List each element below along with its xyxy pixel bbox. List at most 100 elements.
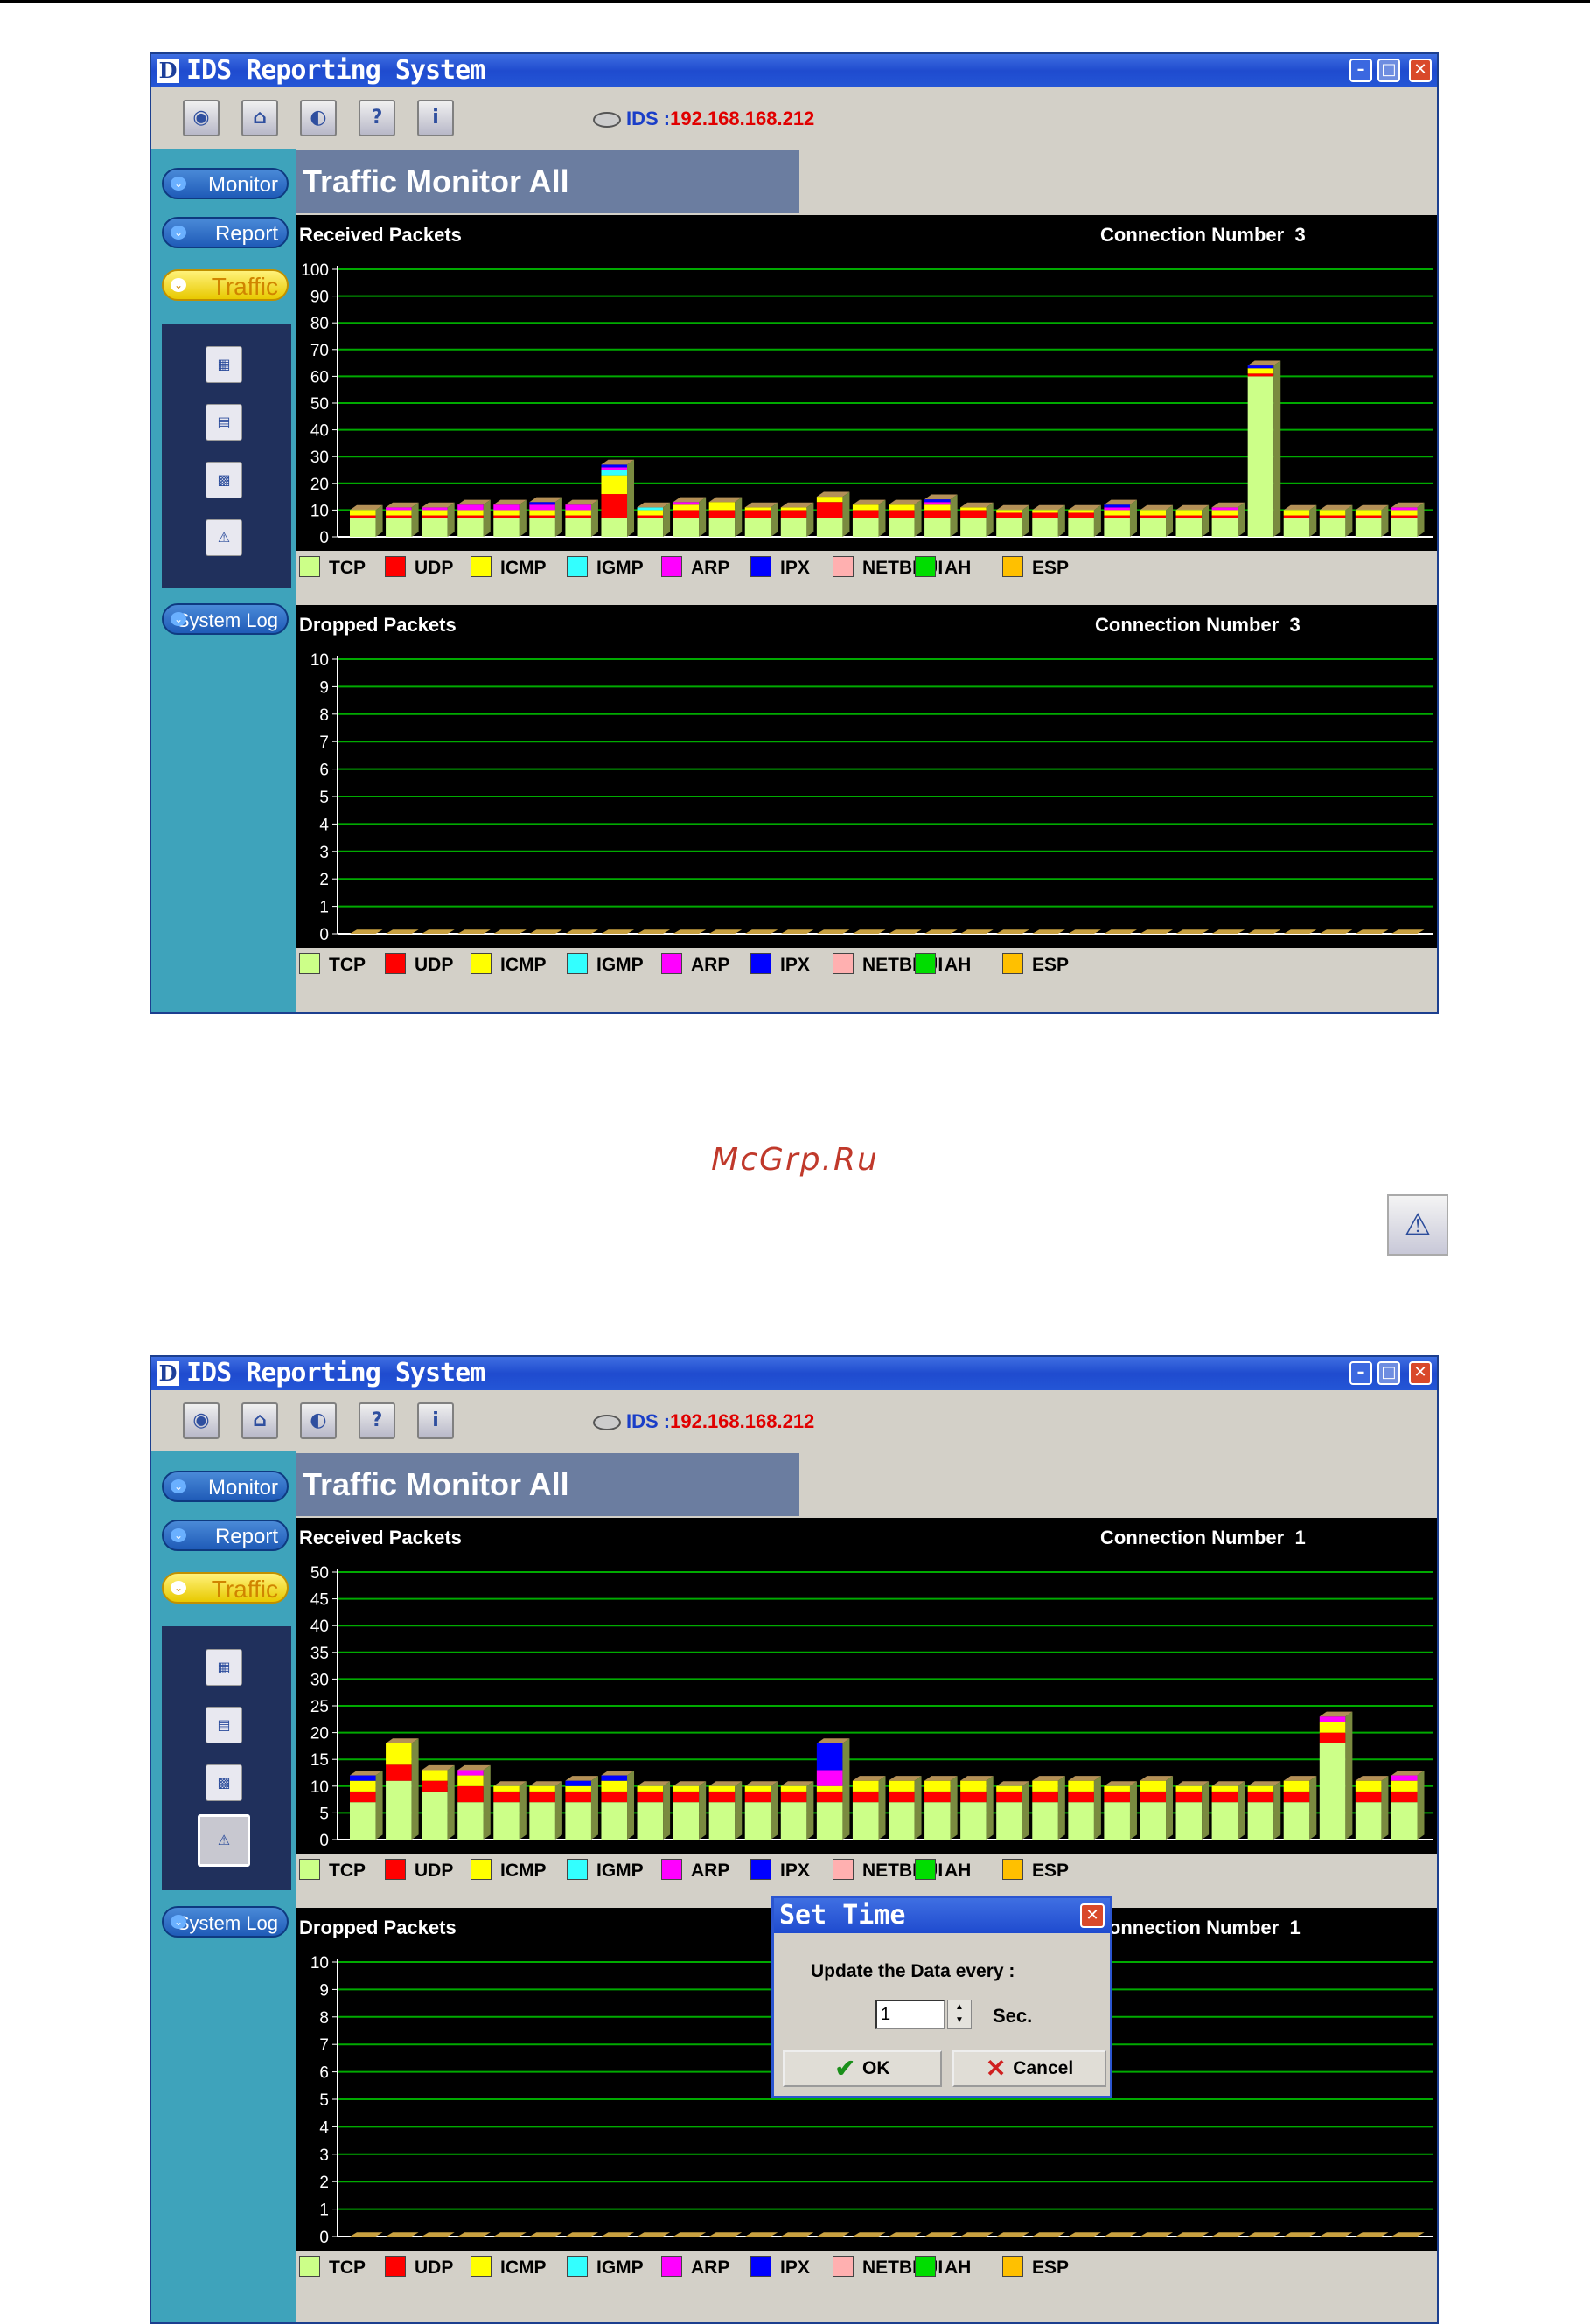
nav-monitor-button[interactable]: ⌄ Monitor bbox=[162, 168, 289, 199]
y-tick-label: 5 bbox=[319, 789, 329, 807]
y-tick-label: 5 bbox=[319, 1805, 329, 1823]
bar-segment-icmp bbox=[1391, 510, 1418, 516]
bar-segment-arp bbox=[1211, 507, 1238, 511]
x-icon: ✕ bbox=[985, 2055, 1007, 2083]
legend-item-igmp: IGMP bbox=[567, 953, 644, 976]
bar-side-face bbox=[627, 1770, 635, 1840]
bar-18 bbox=[960, 1776, 994, 1840]
legend-item-icmp: ICMP bbox=[471, 1859, 547, 1882]
interval-input[interactable]: 1 bbox=[875, 2000, 945, 2029]
nav-report-button[interactable]: ⌄ Report bbox=[162, 1520, 289, 1551]
bar-side-face bbox=[1057, 504, 1065, 537]
bar-2 bbox=[386, 1738, 419, 1840]
bar-segment-arp bbox=[1319, 1716, 1346, 1722]
globe-icon[interactable]: ◉ bbox=[183, 100, 220, 136]
y-tick-label: 9 bbox=[319, 1981, 329, 2000]
nav-monitor-button[interactable]: ⌄ Monitor bbox=[162, 1471, 289, 1502]
nav-traffic-button[interactable]: ⌄ Traffic bbox=[162, 269, 289, 301]
maximize-button[interactable]: □ bbox=[1377, 1361, 1400, 1385]
close-button[interactable]: ✕ bbox=[1409, 59, 1432, 82]
bar-segment-tcp bbox=[422, 518, 448, 537]
y-tick-label: 8 bbox=[319, 2009, 329, 2028]
chart-3-icon[interactable]: ▩ bbox=[206, 462, 242, 498]
globe-icon[interactable]: ◉ bbox=[183, 1402, 220, 1439]
chart-legend: TCP UDP ICMP IGMP ARP IPX NETBEUI AH ESP bbox=[296, 551, 1437, 584]
info-icon[interactable]: i bbox=[417, 100, 454, 136]
title-bar[interactable]: D IDS Reporting System – □ ✕ bbox=[151, 54, 1437, 87]
bar-segment-udp bbox=[1068, 512, 1094, 518]
bar-segment-icmp bbox=[996, 510, 1022, 513]
cone-icon[interactable]: ⚠ bbox=[198, 1814, 250, 1867]
bar-segment-tcp bbox=[1068, 1802, 1094, 1840]
nav-system-log-button[interactable]: ⌄ System Log bbox=[162, 1906, 289, 1938]
bar-segment-tcp bbox=[924, 1802, 951, 1840]
bar-segment-udp bbox=[708, 1791, 736, 1803]
bar-19 bbox=[996, 1781, 1029, 1840]
legend-item-ah: AH bbox=[915, 2256, 971, 2279]
bar-segment-icmp bbox=[1140, 1780, 1167, 1792]
minimize-button[interactable]: – bbox=[1349, 1361, 1372, 1385]
bar-12 bbox=[744, 502, 778, 537]
bar-20 bbox=[1032, 504, 1065, 537]
minimize-button[interactable]: – bbox=[1349, 59, 1372, 82]
set-time-dialog: Set Time ✕ Update the Data every :1 ▲ ▼ Sec. ✔… bbox=[771, 1896, 1112, 2098]
cancel-button[interactable]: ✕ Cancel bbox=[952, 2050, 1106, 2087]
bar-segment-arp bbox=[1391, 1775, 1418, 1781]
close-button[interactable]: ✕ bbox=[1409, 1361, 1432, 1385]
bar-segment-tcp bbox=[1319, 518, 1346, 537]
bar-segment-icmp bbox=[1355, 1780, 1382, 1792]
nav-system-log-button[interactable]: ⌄ System Log bbox=[162, 603, 289, 635]
maximize-button[interactable]: □ bbox=[1377, 59, 1400, 82]
chevron-down-icon: ⌄ bbox=[171, 1915, 186, 1929]
y-tick-label: 2 bbox=[319, 871, 329, 889]
chart-3-icon[interactable]: ▩ bbox=[206, 1764, 242, 1801]
bar-14 bbox=[816, 491, 850, 537]
legend-swatch bbox=[833, 953, 854, 975]
bar-segment-udp bbox=[529, 515, 555, 518]
bar-segment-tcp bbox=[1247, 376, 1274, 537]
main-content: Traffic Monitor All Received Packets Conne… bbox=[296, 1451, 1437, 2322]
disk-icon[interactable]: ◐ bbox=[300, 1402, 337, 1439]
help-icon[interactable]: ? bbox=[359, 100, 395, 136]
bar-segment-icmp bbox=[637, 1785, 664, 1792]
nav-label: Report bbox=[214, 1525, 278, 1548]
bar-segment-tcp bbox=[673, 518, 700, 537]
bar-segment-tcp bbox=[1283, 518, 1310, 537]
bar-11 bbox=[708, 1781, 743, 1840]
dialog-close-button[interactable]: ✕ bbox=[1080, 1903, 1105, 1928]
cone-icon[interactable]: ⚠ bbox=[206, 519, 242, 556]
disk-icon[interactable]: ◐ bbox=[300, 100, 337, 136]
chevron-down-icon: ⌄ bbox=[171, 1581, 186, 1595]
bar-segment-tcp bbox=[637, 518, 664, 537]
title-bar[interactable]: D IDS Reporting System – □ ✕ bbox=[151, 1357, 1437, 1390]
y-tick-label: 0 bbox=[319, 926, 329, 944]
bar-segment-tcp bbox=[1283, 1802, 1310, 1840]
bar-segment-tcp bbox=[708, 518, 736, 537]
chart-1-icon[interactable]: ▦ bbox=[206, 1649, 242, 1686]
bar-segment-icmp bbox=[493, 510, 520, 516]
bar-11 bbox=[708, 497, 743, 537]
bar-segment-tcp bbox=[816, 1802, 843, 1840]
bar-segment-icmp bbox=[1319, 510, 1346, 516]
chart-2-icon[interactable]: ▤ bbox=[206, 1707, 242, 1743]
chart-2-icon[interactable]: ▤ bbox=[206, 404, 242, 441]
interval-spinner[interactable]: ▲ ▼ bbox=[947, 2000, 972, 2029]
tower-icon[interactable]: ⌂ bbox=[241, 1402, 278, 1439]
bar-segment-icmp bbox=[1211, 1785, 1238, 1792]
bar-side-face bbox=[1417, 502, 1425, 537]
tower-icon[interactable]: ⌂ bbox=[241, 100, 278, 136]
chart-1-icon[interactable]: ▦ bbox=[206, 346, 242, 383]
nav-traffic-button[interactable]: ⌄ Traffic bbox=[162, 1572, 289, 1604]
ok-button[interactable]: ✔ OK bbox=[783, 2050, 942, 2087]
bar-segment-icmp bbox=[1391, 1780, 1418, 1792]
legend-label: ICMP bbox=[500, 1861, 547, 1881]
help-icon[interactable]: ? bbox=[359, 1402, 395, 1439]
bar-9 bbox=[637, 1781, 671, 1840]
y-tick-label: 50 bbox=[310, 395, 329, 414]
info-icon[interactable]: i bbox=[417, 1402, 454, 1439]
bar-segment-tcp bbox=[852, 1802, 879, 1840]
bar-2 bbox=[386, 502, 419, 537]
y-tick-label: 4 bbox=[319, 816, 329, 834]
nav-report-button[interactable]: ⌄ Report bbox=[162, 217, 289, 248]
legend-label: ESP bbox=[1032, 955, 1070, 975]
